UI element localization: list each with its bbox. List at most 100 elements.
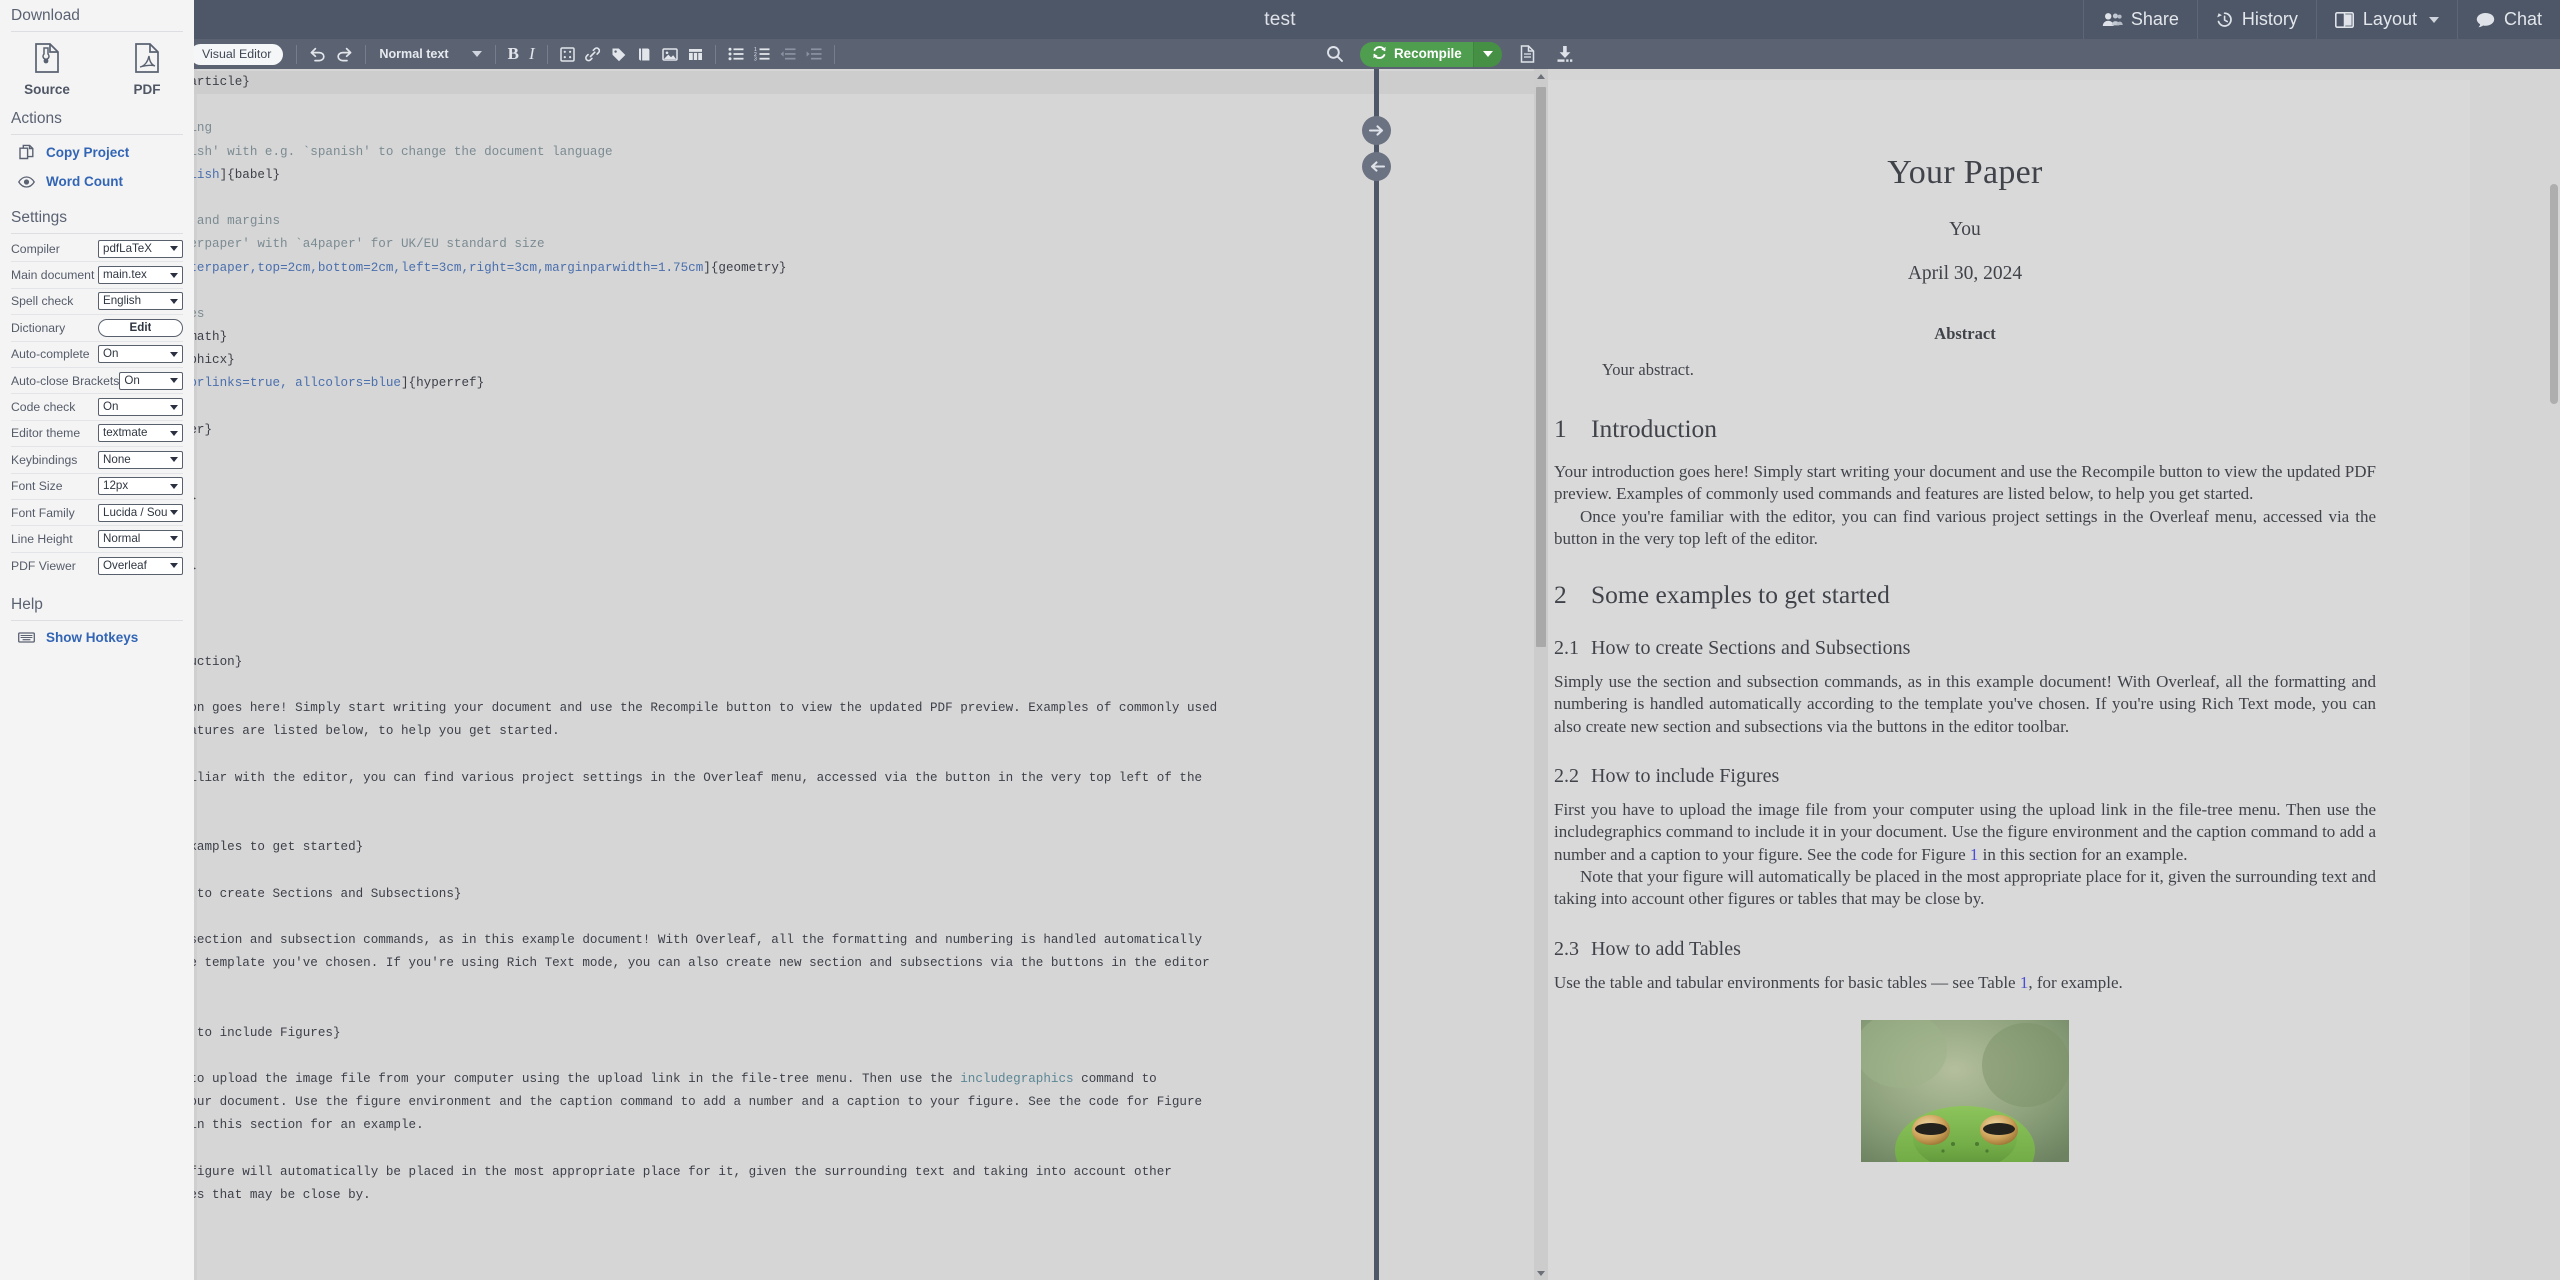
code-line[interactable]: figures or tables that may be close by. (194, 1184, 1548, 1207)
setting-select[interactable]: On (98, 345, 183, 364)
show-hotkeys-action[interactable]: Show Hotkeys (11, 623, 183, 652)
recompile-main[interactable]: Recompile (1360, 41, 1473, 67)
pdf-scroll-thumb[interactable] (2550, 184, 2558, 404)
code-line[interactable]: \maketitle (194, 512, 1548, 535)
pdf-scrollbar[interactable] (2547, 69, 2560, 1280)
redo-icon[interactable] (331, 44, 358, 64)
code-line[interactable] (194, 813, 1548, 836)
code-line[interactable]: \title{Your Paper} (194, 419, 1548, 442)
code-line[interactable]: editor. (194, 790, 1548, 813)
pdf-cross-reference-link[interactable]: 1 (2020, 973, 2029, 992)
setting-select[interactable]: Overleaf (98, 556, 183, 575)
download-pdf-button[interactable]: PDF (120, 43, 174, 97)
word-count-action[interactable]: Word Count (11, 167, 183, 196)
code-line[interactable] (194, 1045, 1548, 1068)
scroll-down-arrow-icon[interactable] (1534, 1266, 1548, 1280)
setting-select[interactable]: None (98, 450, 183, 469)
download-source-button[interactable]: Source (20, 43, 74, 97)
code-line[interactable] (194, 859, 1548, 882)
editor-scrollbar[interactable] (1534, 69, 1548, 1280)
setting-select[interactable]: pdfLaTeX (98, 239, 183, 258)
code-line[interactable]: First you have to upload the image file … (194, 1068, 1548, 1091)
code-line[interactable]: \usepackage{amsmath} (194, 326, 1548, 349)
code-line[interactable]: \section{Some examples to get started} (194, 836, 1548, 859)
setting-select[interactable]: English (98, 292, 183, 311)
bullet-list-button[interactable] (723, 45, 749, 63)
code-line[interactable] (194, 628, 1548, 651)
bold-button[interactable]: B (503, 42, 524, 66)
code-line[interactable]: Note that your figure will automatically… (194, 1161, 1548, 1184)
code-line[interactable]: \author{You} (194, 442, 1548, 465)
code-line[interactable] (194, 187, 1548, 210)
code-line[interactable]: % Replace `letterpaper' with `a4paper' f… (194, 233, 1548, 256)
latex-source-code[interactable]: \documentclass{article} % Language setti… (194, 71, 1548, 1280)
setting-select[interactable]: textmate (98, 424, 183, 443)
setting-select[interactable]: On (119, 371, 183, 390)
search-icon[interactable] (1318, 45, 1352, 63)
code-line[interactable] (194, 999, 1548, 1022)
table-button[interactable] (683, 45, 708, 64)
code-line[interactable] (194, 906, 1548, 929)
scroll-up-arrow-icon[interactable] (1534, 69, 1548, 83)
outdent-button[interactable] (775, 45, 801, 63)
download-icon[interactable] (1549, 45, 1581, 63)
code-line[interactable]: Once you're familiar with the editor, yo… (194, 767, 1548, 790)
italic-button[interactable]: I (524, 42, 540, 66)
code-line[interactable]: % Useful packages (194, 303, 1548, 326)
link-button[interactable] (580, 45, 606, 64)
share-button[interactable]: Share (2082, 0, 2197, 39)
numbered-list-button[interactable]: 1 2 3 (749, 45, 775, 63)
code-line[interactable] (194, 94, 1548, 117)
code-line[interactable] (194, 1138, 1548, 1161)
code-line[interactable]: \begin{document} (194, 488, 1548, 511)
code-line[interactable]: % Set page size and margins (194, 210, 1548, 233)
code-line[interactable]: % Replace `english' with e.g. `spanish' … (194, 141, 1548, 164)
code-line[interactable]: \usepackage[english]{babel} (194, 164, 1548, 187)
code-line[interactable]: according to the template you've chosen.… (194, 952, 1548, 975)
code-line[interactable]: include it in your document. Use the fig… (194, 1091, 1548, 1114)
expand-right-button[interactable] (1362, 116, 1391, 145)
code-line[interactable]: \begin{figure} (194, 1230, 1548, 1253)
code-line[interactable]: % Language setting (194, 117, 1548, 140)
code-line[interactable] (194, 1207, 1548, 1230)
code-line[interactable]: \usepackage[letterpaper,top=2cm,bottom=2… (194, 257, 1548, 280)
setting-select[interactable]: On (98, 398, 183, 417)
code-line[interactable]: \end{abstract} (194, 604, 1548, 627)
code-line[interactable]: Your abstract. (194, 581, 1548, 604)
indent-button[interactable] (801, 45, 827, 63)
setting-select[interactable]: 12px (98, 477, 183, 496)
setting-select[interactable]: Normal (98, 529, 183, 548)
code-line[interactable] (194, 674, 1548, 697)
code-line[interactable]: \usepackage{graphicx} (194, 349, 1548, 372)
math-button[interactable] (555, 45, 580, 64)
chat-button[interactable]: Chat (2456, 0, 2560, 39)
code-line[interactable] (194, 396, 1548, 419)
code-line[interactable]: Your introduction goes here! Simply star… (194, 697, 1548, 720)
setting-select[interactable]: Lucida / Source C (98, 503, 183, 522)
code-line[interactable] (194, 743, 1548, 766)
code-line[interactable]: \section{Introduction} (194, 651, 1548, 674)
reference-button[interactable] (632, 45, 657, 64)
editor-scroll-thumb[interactable] (1536, 87, 1546, 647)
code-line[interactable]: \begin{abstract} (194, 558, 1548, 581)
pdf-cross-reference-link[interactable]: 1 (1970, 845, 1979, 864)
code-line[interactable] (194, 535, 1548, 558)
code-line[interactable]: toolbar. (194, 975, 1548, 998)
code-line[interactable]: \subsection{How to create Sections and S… (194, 883, 1548, 906)
code-line[interactable]: \centering (194, 1254, 1548, 1277)
pane-resize-divider[interactable] (1362, 69, 1391, 1280)
code-line[interactable]: Simply use the section and subsection co… (194, 929, 1548, 952)
visual-editor-toggle[interactable]: Visual Editor (190, 43, 284, 65)
copy-project-action[interactable]: Copy Project (11, 137, 183, 167)
code-line[interactable]: \subsection{How to include Figures} (194, 1022, 1548, 1045)
recompile-button[interactable]: Recompile (1360, 41, 1502, 67)
history-button[interactable]: History (2196, 0, 2316, 39)
code-editor-pane[interactable]: \documentclass{article} % Language setti… (194, 69, 1548, 1280)
code-line[interactable] (194, 280, 1548, 303)
code-line[interactable]: commands and features are listed below, … (194, 720, 1548, 743)
expand-left-button[interactable] (1362, 152, 1391, 181)
figure-button[interactable] (657, 45, 683, 64)
pdf-preview-pane[interactable]: Your Paper You April 30, 2024 Abstract Y… (1379, 69, 2560, 1280)
code-line[interactable]: \ref{fig:frog} in this section for an ex… (194, 1114, 1548, 1137)
text-style-dropdown[interactable]: Normal text (373, 45, 487, 63)
